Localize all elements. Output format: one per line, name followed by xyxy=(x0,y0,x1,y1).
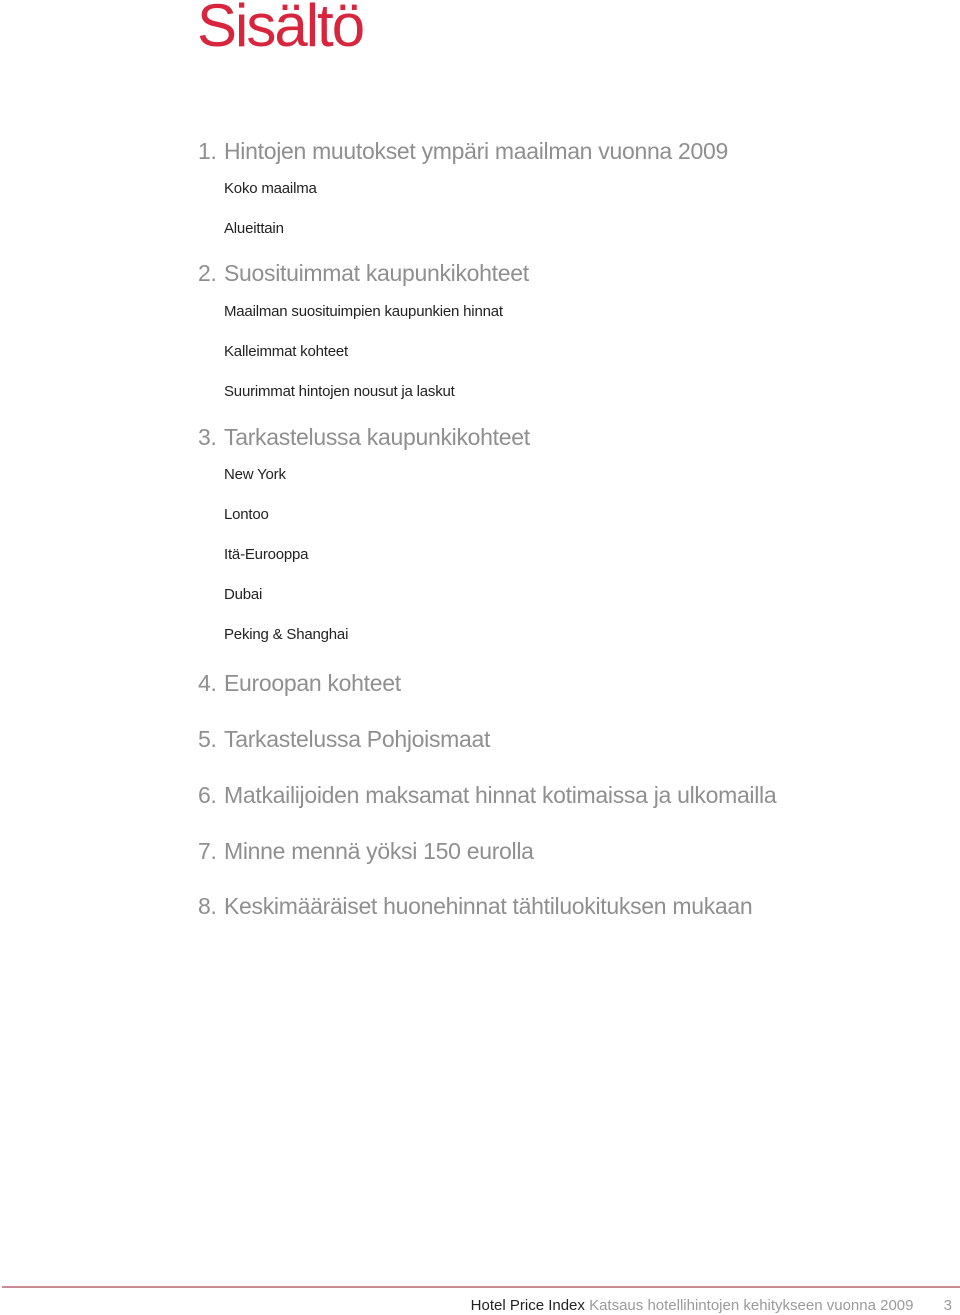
section-number: 4. xyxy=(198,670,217,696)
toc-section-6[interactable]: 6. Matkailijoiden maksamat hinnat kotimai… xyxy=(198,782,777,809)
toc-subitem[interactable]: Dubai xyxy=(224,586,262,603)
toc-subitem[interactable]: Suurimmat hintojen nousut ja laskut xyxy=(224,383,455,400)
toc-section-7[interactable]: 7. Minne mennä yöksi 150 eurolla xyxy=(198,838,534,865)
footer-subtitle: Katsaus hotellihintojen kehitykseen vuon… xyxy=(589,1297,914,1314)
footer-brand: Hotel Price Index xyxy=(470,1297,585,1314)
footer-divider xyxy=(2,1286,960,1288)
section-label: Keskimääräiset huonehinnat tähtiluokituk… xyxy=(224,893,753,919)
section-label: Hintojen muutokset ympäri maailman vuonn… xyxy=(224,138,728,164)
toc-subitem[interactable]: Alueittain xyxy=(224,220,284,237)
section-number: 2. xyxy=(198,260,217,286)
page-footer: Hotel Price Index Katsaus hotellihintoje… xyxy=(471,1297,952,1314)
toc-subitem[interactable]: Lontoo xyxy=(224,506,269,523)
toc-section-1[interactable]: 1. Hintojen muutokset ympäri maailman vuo… xyxy=(198,138,728,165)
toc-subitem[interactable]: Itä-Eurooppa xyxy=(224,546,309,563)
toc-section-5[interactable]: 5. Tarkastelussa Pohjoismaat xyxy=(198,726,490,753)
section-number: 1. xyxy=(198,138,217,164)
toc-section-8[interactable]: 8. Keskimääräiset huonehinnat tähtiluokit… xyxy=(198,893,753,920)
page-number: 3 xyxy=(943,1297,952,1314)
toc-subitem[interactable]: Koko maailma xyxy=(224,180,317,197)
toc-section-2[interactable]: 2. Suosituimmat kaupunkikohteet xyxy=(198,260,529,287)
toc-subitem[interactable]: Maailman suosituimpien kaupunkien hinnat xyxy=(224,303,503,320)
section-number: 8. xyxy=(198,893,217,919)
toc-subitem[interactable]: New York xyxy=(224,466,286,483)
section-number: 5. xyxy=(198,726,217,752)
section-label: Tarkastelussa Pohjoismaat xyxy=(224,726,491,752)
section-label: Matkailijoiden maksamat hinnat kotimaiss… xyxy=(224,782,777,808)
section-label: Suosituimmat kaupunkikohteet xyxy=(224,260,529,286)
section-label: Minne mennä yöksi 150 eurolla xyxy=(224,838,534,864)
toc-section-3[interactable]: 3. Tarkastelussa kaupunkikohteet xyxy=(198,424,530,451)
section-label: Euroopan kohteet xyxy=(224,670,401,696)
section-number: 7. xyxy=(198,838,217,864)
toc-subitem[interactable]: Kalleimmat kohteet xyxy=(224,343,348,360)
section-label: Tarkastelussa kaupunkikohteet xyxy=(224,424,530,450)
section-number: 6. xyxy=(198,782,217,808)
toc-section-4[interactable]: 4. Euroopan kohteet xyxy=(198,670,401,697)
page-title: Sisältö xyxy=(197,0,365,59)
section-number: 3. xyxy=(198,424,217,450)
toc-subitem[interactable]: Peking & Shanghai xyxy=(224,626,348,643)
